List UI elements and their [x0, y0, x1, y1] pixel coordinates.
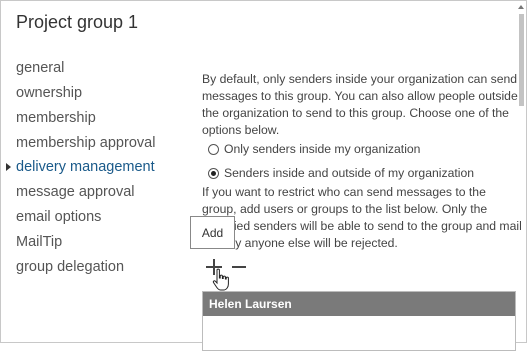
sidebar-item-email-options[interactable]: email options — [16, 209, 101, 225]
intro-text: By default, only senders inside your org… — [202, 72, 518, 137]
sidebar-item-delivery-management[interactable]: delivery management — [16, 159, 155, 175]
dialog-window: Project group 1 general ownership member… — [0, 0, 527, 351]
add-tooltip: Add — [190, 216, 235, 249]
scroll-up-arrow-icon[interactable] — [518, 5, 524, 9]
option-inside-only[interactable]: Only senders inside my organization — [208, 141, 420, 158]
page-title: Project group 1 — [16, 12, 139, 32]
hand-pointer-icon — [212, 268, 229, 291]
radio-inside-outside[interactable] — [208, 168, 219, 179]
radio-inside-only[interactable] — [208, 144, 219, 155]
sidebar-item-general[interactable]: general — [16, 60, 64, 76]
sidebar-item-group-delegation[interactable]: group delegation — [16, 259, 124, 275]
sidebar-item-ownership[interactable]: ownership — [16, 85, 82, 101]
option-inside-outside[interactable]: Senders inside and outside of my organiz… — [208, 165, 474, 182]
option-inside-only-label: Only senders inside my organization — [224, 142, 421, 156]
scrollbar[interactable] — [516, 1, 526, 342]
minus-icon[interactable] — [232, 266, 246, 268]
caret-right-icon — [6, 163, 11, 171]
sidebar-item-mailtip[interactable]: MailTip — [16, 234, 62, 250]
restrict-text: If you want to restrict who can send mes… — [202, 185, 522, 250]
sender-list[interactable]: Helen Laursen — [202, 291, 516, 351]
option-inside-outside-label: Senders inside and outside of my organiz… — [224, 166, 474, 180]
sidebar-item-message-approval[interactable]: message approval — [16, 184, 135, 200]
sidebar-item-membership[interactable]: membership — [16, 110, 96, 126]
sidebar-item-membership-approval[interactable]: membership approval — [16, 135, 155, 151]
scrollbar-thumb[interactable] — [519, 14, 524, 106]
list-row-selected[interactable]: Helen Laursen — [203, 292, 515, 316]
